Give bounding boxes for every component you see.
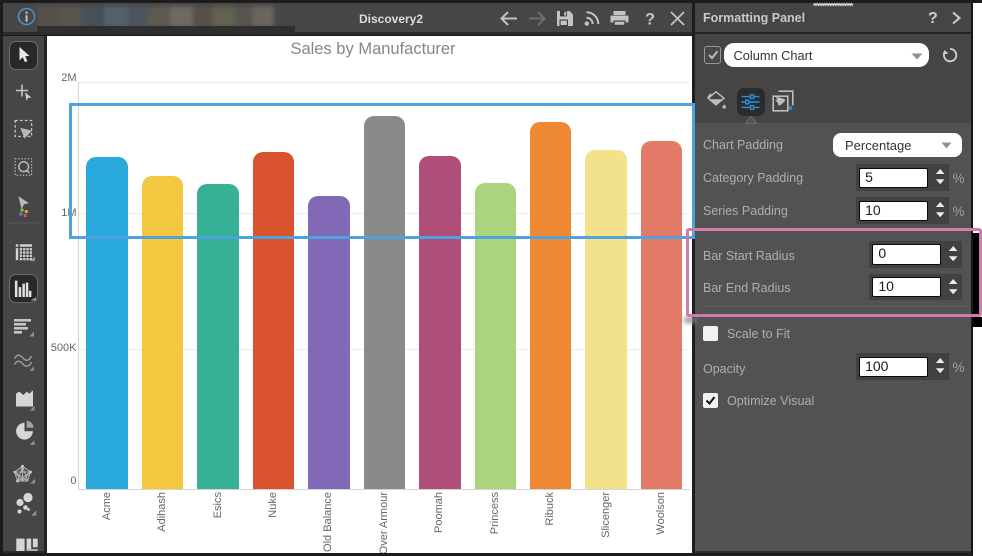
svg-text:?: ? — [645, 11, 655, 29]
